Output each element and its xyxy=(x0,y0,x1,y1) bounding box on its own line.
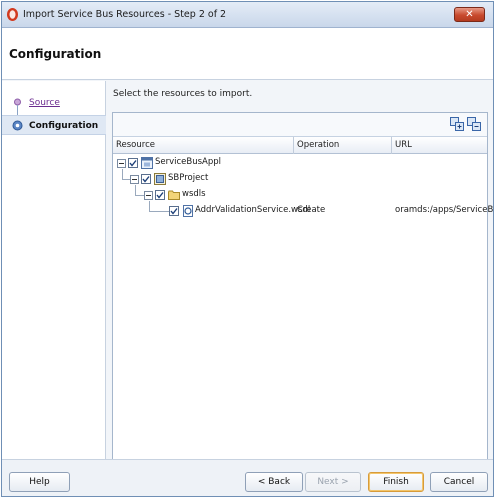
resource-tree-table: Resource Operation URL ServiceBusAppl SB… xyxy=(112,112,493,461)
oracle-app-icon xyxy=(7,8,18,21)
application-icon xyxy=(141,157,153,169)
folder-icon xyxy=(168,190,180,200)
instruction-text: Select the resources to import. xyxy=(113,89,253,99)
next-button[interactable]: Next > xyxy=(305,472,361,492)
collapse-all-icon[interactable] xyxy=(467,117,481,131)
title-bar: Import Service Bus Resources - Step 2 of… xyxy=(2,2,493,28)
page-header: Configuration xyxy=(2,28,493,80)
content-area: Select the resources to import. Resource… xyxy=(107,81,493,461)
table-row[interactable]: ServiceBusAppl xyxy=(113,155,487,171)
nav-item-label[interactable]: Source xyxy=(29,98,60,108)
close-icon: ✕ xyxy=(465,9,474,20)
wizard-nav: Source Configuration xyxy=(2,81,106,459)
import-wizard-dialog: Import Service Bus Resources - Step 2 of… xyxy=(1,1,494,497)
table-row[interactable]: wsdls xyxy=(113,187,487,203)
resource-name: AddrValidationService.wsdl xyxy=(195,205,311,215)
resource-checkbox[interactable] xyxy=(155,190,165,200)
column-header-operation[interactable]: Operation xyxy=(294,137,392,154)
finish-button[interactable]: Finish xyxy=(368,472,424,492)
resource-name: wsdls xyxy=(182,189,206,199)
window-title: Import Service Bus Resources - Step 2 of… xyxy=(23,9,227,20)
operation-value: Create xyxy=(297,205,326,215)
page-title: Configuration xyxy=(9,47,102,61)
collapse-node-icon[interactable] xyxy=(144,191,153,200)
wsdl-icon xyxy=(183,205,193,217)
step-visited-icon xyxy=(14,98,21,109)
table-row[interactable]: SBProject xyxy=(113,171,487,187)
column-header-resource[interactable]: Resource xyxy=(113,137,294,154)
close-button[interactable]: ✕ xyxy=(454,7,485,22)
column-header-url[interactable]: URL xyxy=(392,137,489,154)
checkmark-icon xyxy=(156,192,164,199)
step-current-icon xyxy=(12,120,23,131)
collapse-node-icon[interactable] xyxy=(130,175,139,184)
resource-checkbox[interactable] xyxy=(128,158,138,168)
back-button[interactable]: < Back xyxy=(245,472,303,492)
help-button[interactable]: Help xyxy=(9,472,70,492)
table-row[interactable]: AddrValidationService.wsdl Create oramds… xyxy=(113,203,493,219)
resource-name: SBProject xyxy=(168,173,209,183)
checkmark-icon xyxy=(142,176,150,183)
resource-checkbox[interactable] xyxy=(141,174,151,184)
nav-item-configuration[interactable]: Configuration xyxy=(2,115,106,135)
project-icon xyxy=(154,173,166,185)
cancel-button[interactable]: Cancel xyxy=(430,472,488,492)
table-header: Resource Operation URL xyxy=(113,137,487,154)
dialog-footer: Help < Back Next > Finish Cancel xyxy=(2,459,493,496)
nav-item-label: Configuration xyxy=(29,121,99,131)
resource-name: ServiceBusAppl xyxy=(155,157,222,167)
checkmark-icon xyxy=(170,208,178,215)
url-value: oramds:/apps/ServiceBus/... xyxy=(395,205,494,215)
expand-all-icon[interactable] xyxy=(450,117,464,131)
collapse-node-icon[interactable] xyxy=(117,159,126,168)
resource-checkbox[interactable] xyxy=(169,206,179,216)
table-toolbar xyxy=(113,113,487,137)
nav-item-source[interactable]: Source xyxy=(2,93,106,113)
checkmark-icon xyxy=(129,160,137,167)
